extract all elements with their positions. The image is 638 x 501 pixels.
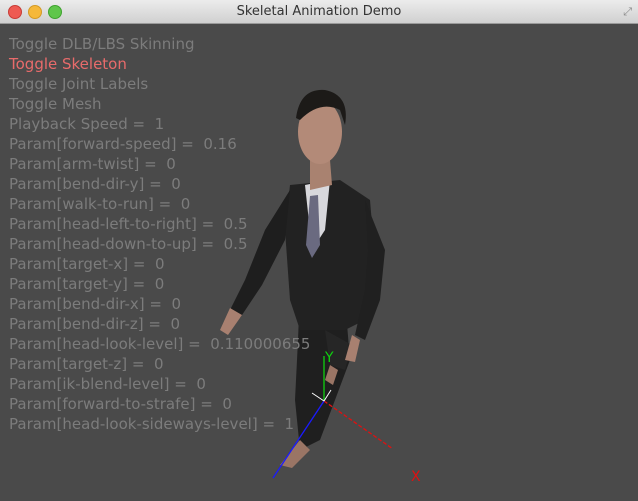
y-axis-label: Y xyxy=(324,350,334,366)
menu-item[interactable]: Playback Speed = 1 xyxy=(9,114,310,134)
menu-item[interactable]: Param[forward-to-strafe] = 0 xyxy=(9,394,310,414)
menu-item[interactable]: Toggle Mesh xyxy=(9,94,310,114)
menu-item[interactable]: Param[head-look-level] = 0.110000655 xyxy=(9,334,310,354)
menu-item[interactable]: Toggle DLB/LBS Skinning xyxy=(9,34,310,54)
menu-item[interactable]: Param[ik-blend-level] = 0 xyxy=(9,374,310,394)
app-window: Skeletal Animation Demo ⤢ Y X Toggle DLB… xyxy=(0,0,638,501)
options-menu: Toggle DLB/LBS Skinning Toggle Skeleton To… xyxy=(9,34,310,434)
menu-item[interactable]: Param[head-down-to-up] = 0.5 xyxy=(9,234,310,254)
menu-item[interactable]: Param[target-z] = 0 xyxy=(9,354,310,374)
menu-item[interactable]: Param[head-left-to-right] = 0.5 xyxy=(9,214,310,234)
menu-item[interactable]: Toggle Skeleton xyxy=(9,54,310,74)
x-axis-label: X xyxy=(411,469,421,485)
menu-item[interactable]: Toggle Joint Labels xyxy=(9,74,310,94)
menu-item[interactable]: Param[bend-dir-x] = 0 xyxy=(9,294,310,314)
x-axis-line xyxy=(323,400,394,450)
menu-item[interactable]: Param[head-look-sideways-level] = 1 xyxy=(9,414,310,434)
menu-item[interactable]: Param[arm-twist] = 0 xyxy=(9,154,310,174)
menu-item[interactable]: Param[target-x] = 0 xyxy=(9,254,310,274)
menu-item[interactable]: Param[bend-dir-y] = 0 xyxy=(9,174,310,194)
menu-item[interactable]: Param[walk-to-run] = 0 xyxy=(9,194,310,214)
menu-item[interactable]: Param[bend-dir-z] = 0 xyxy=(9,314,310,334)
menu-item[interactable]: Param[target-y] = 0 xyxy=(9,274,310,294)
menu-item[interactable]: Param[forward-speed] = 0.16 xyxy=(9,134,310,154)
